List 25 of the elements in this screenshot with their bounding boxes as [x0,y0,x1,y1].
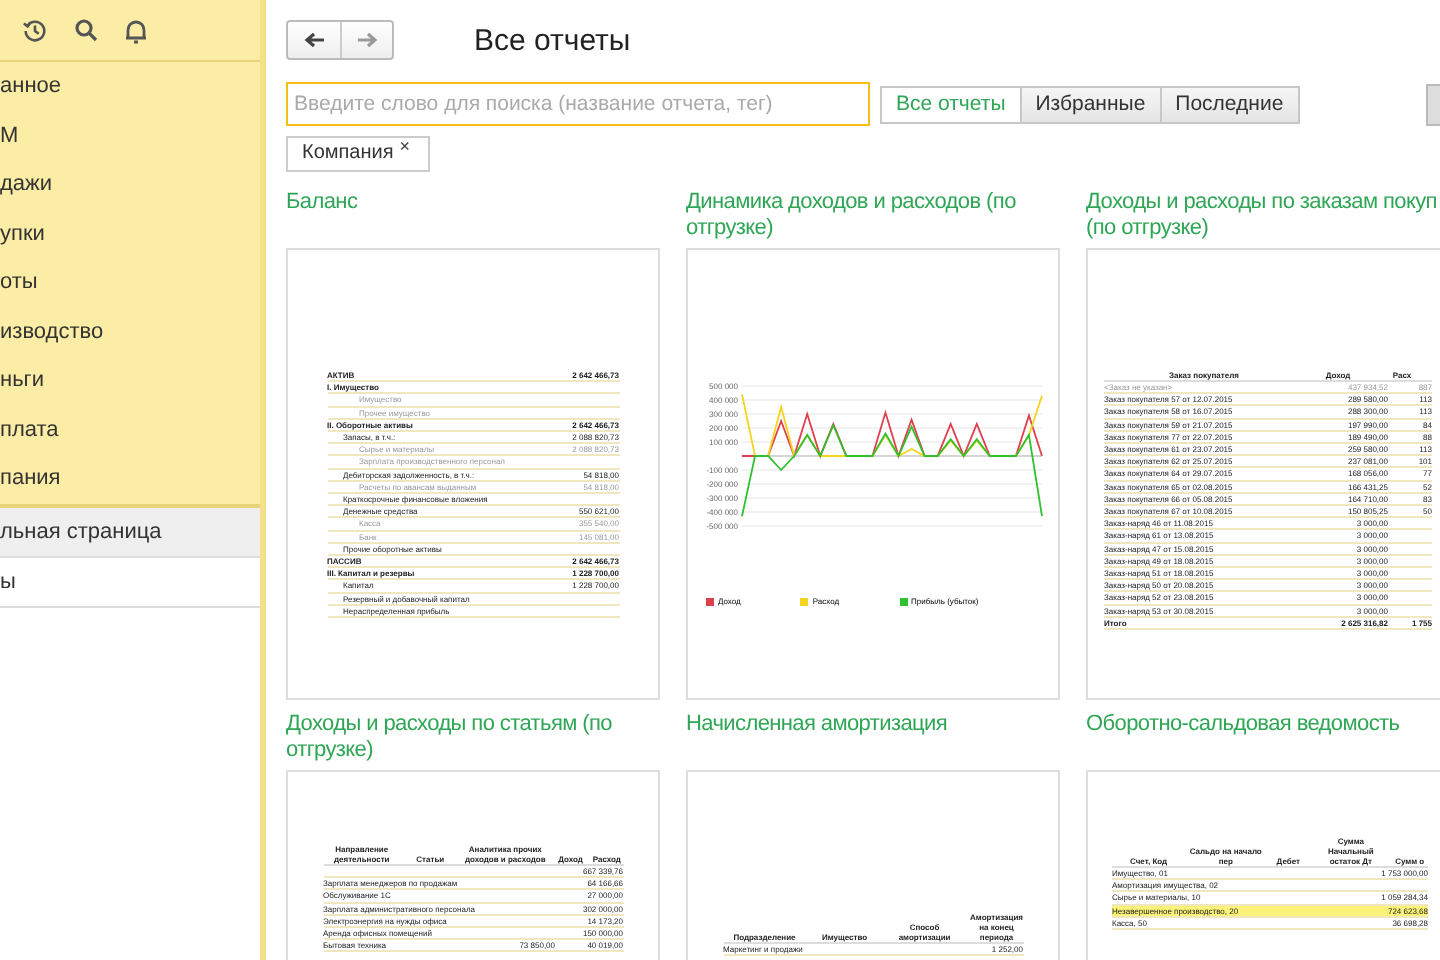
page-title: Все отчеты [474,23,631,57]
section-menu-item[interactable]: изводство [0,307,260,356]
open-page-tab[interactable]: льная страница [0,507,260,557]
section-menu-item[interactable]: дажи [0,160,260,209]
section-menu-item[interactable]: ньги [0,356,260,405]
section-menu-item[interactable]: плата [0,405,260,454]
tag-label: Компания [302,140,394,168]
report-preview[interactable] [1086,770,1440,960]
section-menu-item[interactable]: упки [0,209,260,258]
open-page-tab[interactable]: ы [0,557,260,607]
history-icon[interactable] [22,17,48,43]
section-menu-item[interactable]: анное [0,62,260,111]
section-menu-item[interactable]: М [0,111,260,160]
remove-tag-button[interactable]: × [399,138,411,156]
filter-tab[interactable]: Последние [1159,85,1300,123]
back-arrow-icon [303,32,325,48]
search-field[interactable]: Введите слово для поиска (название отчета, тег) [286,82,870,126]
section-menu-item[interactable]: пания [0,454,260,503]
report-preview[interactable] [286,770,660,960]
search-icon[interactable] [74,18,98,42]
forward-arrow-icon [356,32,378,48]
section-menu-item[interactable]: оты [0,258,260,307]
filter-tab[interactable]: Избранные [1019,85,1162,123]
report-preview[interactable] [1086,248,1440,700]
bell-icon[interactable] [124,17,148,43]
